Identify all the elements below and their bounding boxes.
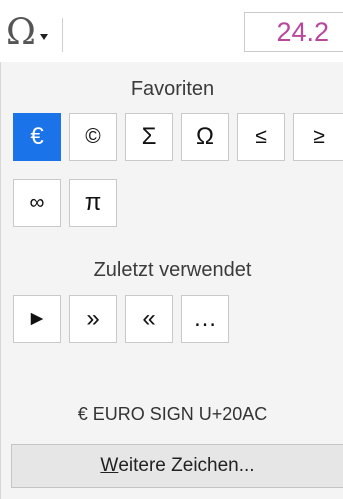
recent-char-ellipsis[interactable]: … xyxy=(181,295,229,343)
favorite-char-copyright[interactable]: © xyxy=(69,113,117,161)
favorite-char-euro[interactable]: € xyxy=(13,113,61,161)
favorite-char-omega[interactable]: Ω xyxy=(181,113,229,161)
more-characters-mnemonic: W xyxy=(100,455,119,476)
favorites-heading: Favoriten xyxy=(130,78,215,100)
character-info: € EURO SIGN U+20AC xyxy=(77,404,268,424)
more-characters-label: eitere Zeichen... xyxy=(118,455,255,476)
recent-char-pointer[interactable]: ► xyxy=(13,295,61,343)
favorite-char-greater-equal[interactable]: ≥ xyxy=(293,113,343,161)
font-size-value: 24.2 xyxy=(276,17,329,47)
special-characters-popup: Favoriten € © Σ Ω ≤ ≥ ∞ π Zuletzt verwen… xyxy=(0,62,343,499)
font-size-field[interactable]: 24.2 xyxy=(244,12,343,52)
toolbar-separator xyxy=(62,18,63,52)
recent-char-right-guillemet[interactable]: » xyxy=(69,295,117,343)
chevron-down-icon[interactable] xyxy=(40,34,48,40)
favorite-char-sigma[interactable]: Σ xyxy=(125,113,173,161)
favorite-char-infinity[interactable]: ∞ xyxy=(13,179,61,227)
omega-icon: Ω xyxy=(6,12,36,53)
special-character-button[interactable]: Ω xyxy=(0,10,62,58)
recent-heading: Zuletzt verwendet xyxy=(93,259,252,281)
toolbar: Ω 24.2 xyxy=(0,0,343,62)
more-characters-button[interactable]: Weitere Zeichen... xyxy=(11,444,343,488)
recent-char-left-guillemet[interactable]: « xyxy=(125,295,173,343)
favorite-char-less-equal[interactable]: ≤ xyxy=(237,113,285,161)
favorite-char-pi[interactable]: π xyxy=(69,179,117,227)
